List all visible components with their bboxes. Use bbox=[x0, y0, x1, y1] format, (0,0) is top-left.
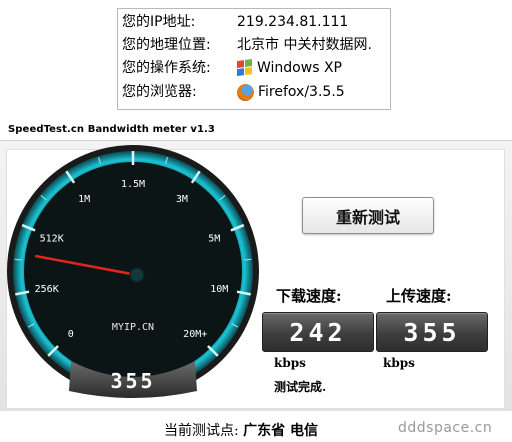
gauge-scale-label: 20M+ bbox=[183, 329, 207, 340]
os-value: Windows XP bbox=[257, 60, 342, 76]
gauge-minor-tick bbox=[14, 258, 22, 261]
ip-row: 您的IP地址: 219.234.81.111 bbox=[122, 11, 390, 33]
gauge-scale-label: 5M bbox=[208, 233, 220, 244]
ip-label: 您的IP地址: bbox=[122, 14, 196, 30]
client-info-box: 您的IP地址: 219.234.81.111 您的地理位置: 北京市 中关村数据… bbox=[117, 8, 391, 110]
download-unit: kbps bbox=[274, 356, 306, 370]
browser-value: Firefox/3.5.5 bbox=[258, 84, 345, 100]
download-speed-value: 242 bbox=[289, 318, 347, 347]
windows-logo-icon bbox=[237, 59, 253, 77]
browser-row: 您的浏览器: Firefox/3.5.5 bbox=[122, 81, 390, 103]
download-speed-display: 242 bbox=[262, 312, 374, 352]
retest-button[interactable]: 重新测试 bbox=[302, 197, 434, 234]
ip-value: 219.234.81.111 bbox=[237, 14, 349, 30]
gauge-scale-label: 0 bbox=[68, 329, 74, 340]
upload-speed-value: 355 bbox=[403, 318, 461, 347]
gauge-center-text: MYIP.CN bbox=[112, 322, 154, 333]
upload-speed-label: 上传速度: bbox=[386, 287, 452, 305]
test-node-label: 当前测试点: bbox=[164, 423, 239, 439]
test-node-value: 广东省 电信 bbox=[243, 423, 319, 439]
gauge-scale-label: 256K bbox=[35, 284, 59, 295]
os-row: 您的操作系统: Windows XP bbox=[122, 57, 390, 79]
location-row: 您的地理位置: 北京市 中关村数据网. bbox=[122, 34, 390, 56]
gauge-minor-tick bbox=[244, 258, 252, 261]
os-label: 您的操作系统: bbox=[122, 60, 211, 76]
firefox-logo-icon bbox=[237, 83, 254, 101]
gauge-scale-label: 3M bbox=[176, 194, 188, 205]
gauge-hub bbox=[129, 267, 145, 283]
location-label: 您的地理位置: bbox=[122, 37, 211, 53]
test-status: 测试完成. bbox=[274, 380, 327, 394]
gauge-scale-label: 10M bbox=[210, 284, 228, 295]
watermark: dddspace.cn bbox=[398, 420, 493, 436]
download-speed-label: 下载速度: bbox=[276, 287, 342, 305]
gauge-readout: 355 bbox=[110, 369, 155, 393]
gauge-scale-label: 1.5M bbox=[121, 179, 145, 190]
gauge-scale-label: 512K bbox=[40, 233, 64, 244]
upload-speed-display: 355 bbox=[376, 312, 488, 352]
test-node-line: 当前测试点: 广东省 电信 bbox=[164, 420, 318, 440]
browser-label: 您的浏览器: bbox=[122, 84, 197, 100]
gauge-scale-label: 1M bbox=[78, 194, 90, 205]
speedtest-title: SpeedTest.cn Bandwidth meter v1.3 bbox=[8, 124, 215, 135]
location-value: 北京市 中关村数据网. bbox=[237, 37, 372, 53]
speed-gauge: 0 256K 512K 1M 1.5M 3M 5M 10M 20M+ MYIP.CN 355 bbox=[7, 145, 259, 398]
upload-unit: kbps bbox=[383, 356, 415, 370]
